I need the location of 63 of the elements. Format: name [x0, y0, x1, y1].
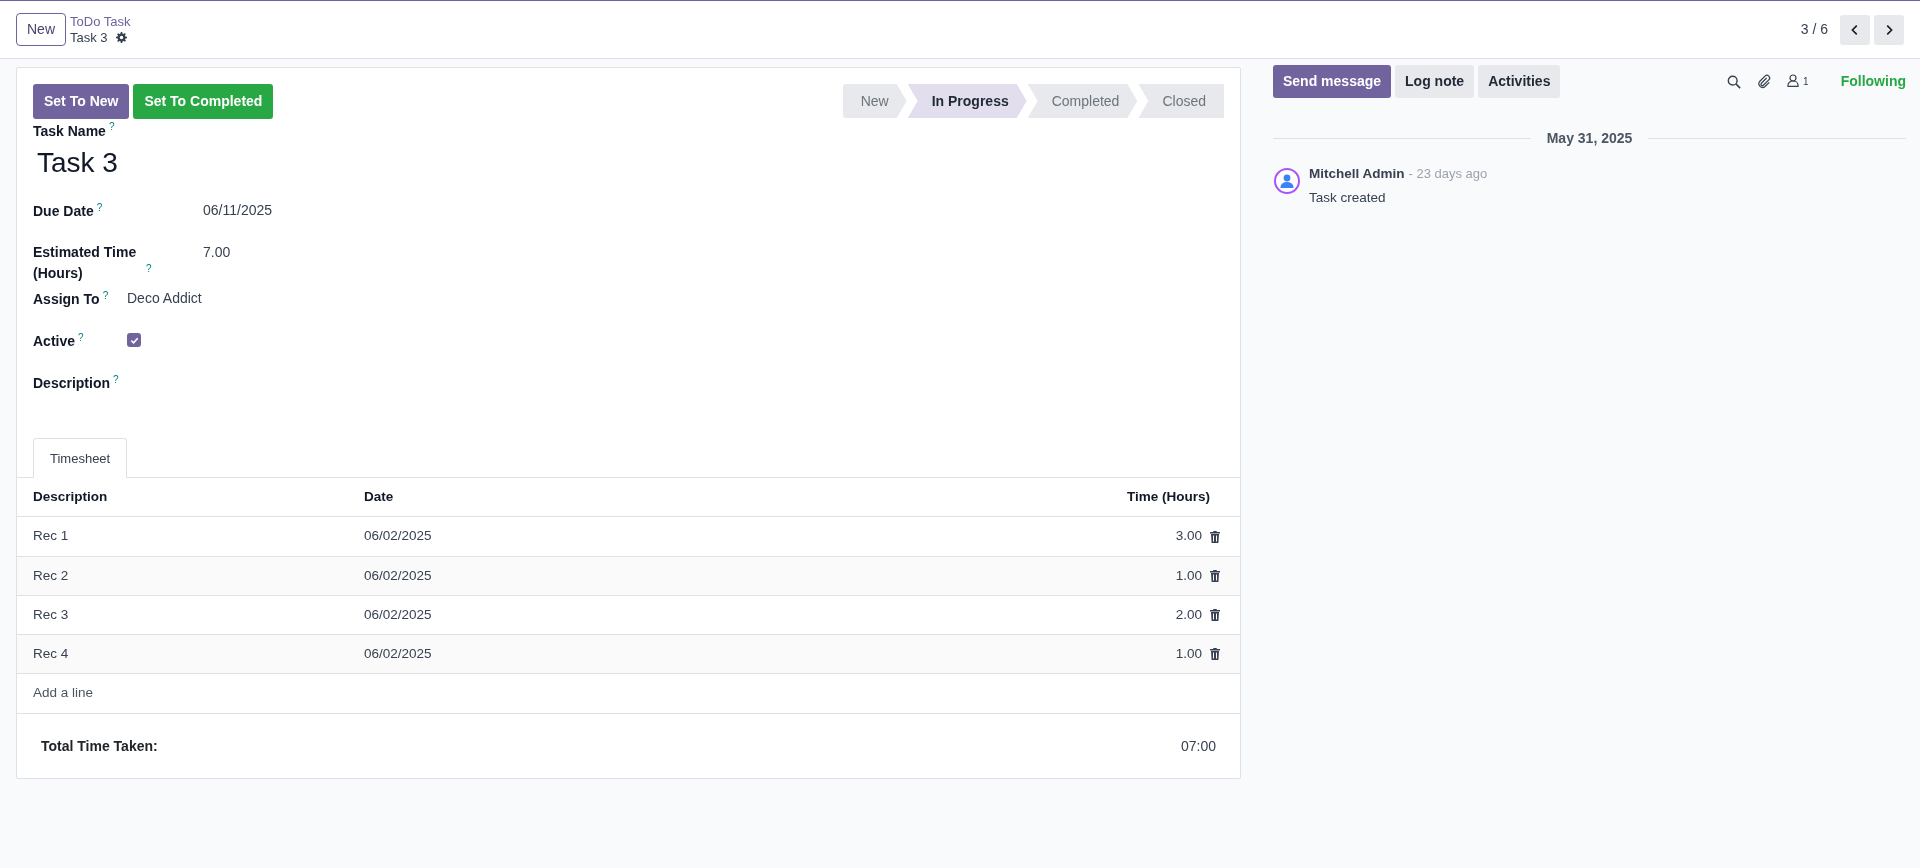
field-label: Estimated Time (Hours) — [33, 242, 138, 283]
status-stage[interactable]: In Progress — [907, 84, 1027, 118]
action-button[interactable]: Set To New — [33, 84, 130, 119]
trash-icon[interactable] — [1210, 530, 1220, 543]
status-stage[interactable]: New — [842, 84, 907, 118]
message-time: - 23 days ago — [1408, 166, 1488, 181]
date-separator: May 31, 2025 — [1546, 129, 1633, 148]
table-cell: 06/02/2025 — [364, 528, 432, 544]
status-stage[interactable]: Closed — [1138, 84, 1224, 118]
table-cell-text: 3.00 — [1175, 527, 1202, 546]
column-header[interactable]: Date — [348, 477, 737, 517]
field-value[interactable]: 06/11/2025 — [203, 201, 273, 218]
add-line-link[interactable]: Add a line — [33, 685, 94, 701]
field-label: Active — [33, 332, 76, 352]
column-header[interactable]: Time (Hours) — [736, 477, 1240, 517]
table-cell: 06/02/2025 — [364, 567, 432, 583]
field-label: Assign To — [33, 290, 100, 310]
table-cell-text: 1.00 — [1175, 566, 1202, 585]
trash-icon[interactable] — [1210, 648, 1220, 661]
notebook-tab[interactable]: Timesheet — [33, 437, 128, 479]
column-header[interactable]: Description — [17, 477, 348, 517]
message-text: Task created — [1309, 189, 1387, 208]
table-cell: 06/02/2025 — [364, 646, 432, 662]
pager-counter: 3 / 6 — [1800, 20, 1828, 39]
table-cell: Rec 2 — [33, 567, 69, 583]
paperclip-icon[interactable] — [1757, 74, 1772, 89]
field-label: Description — [33, 374, 110, 394]
field-label: Task Name — [33, 121, 106, 141]
breadcrumb-link[interactable]: ToDo Task — [70, 13, 131, 30]
total-label: Total Time Taken: — [41, 736, 158, 756]
message-author[interactable]: Mitchell Admin — [1309, 166, 1405, 181]
help-mark[interactable]: ? — [96, 201, 103, 213]
avatar-icon — [1273, 167, 1301, 195]
settings-icon[interactable] — [115, 31, 127, 43]
task-name-field[interactable]: Task 3 — [33, 141, 1224, 184]
table-cell: Rec 1 — [33, 528, 69, 544]
active-checkbox[interactable] — [127, 333, 141, 348]
chatter-button[interactable]: Activities — [1478, 65, 1561, 98]
new-button[interactable]: New — [16, 13, 66, 46]
field-label: Due Date — [33, 202, 94, 222]
help-mark[interactable]: ? — [102, 289, 109, 301]
chatter-button[interactable]: Log note — [1395, 65, 1475, 98]
table-cell-text: 2.00 — [1175, 605, 1202, 624]
trash-icon[interactable] — [1210, 609, 1220, 622]
table-cell: Rec 3 — [33, 606, 69, 622]
help-mark[interactable]: ? — [113, 373, 119, 385]
field-value[interactable]: 7.00 — [203, 243, 231, 260]
record-title: Task 3 — [70, 29, 108, 46]
person-icon — [1787, 74, 1800, 87]
chatter-button[interactable]: Send message — [1273, 65, 1392, 98]
table-cell: 06/02/2025 — [364, 606, 432, 622]
table-cell-text: 1.00 — [1175, 645, 1202, 664]
followers-button[interactable]: 1 — [1787, 74, 1809, 89]
search-icon[interactable] — [1727, 74, 1742, 89]
total-value: 07:00 — [1180, 736, 1216, 756]
check-icon — [129, 335, 139, 345]
field-value[interactable]: Deco Addict — [127, 289, 202, 306]
status-stage[interactable]: Completed — [1027, 84, 1138, 118]
help-mark[interactable]: ? — [78, 331, 84, 343]
help-mark[interactable]: ? — [146, 263, 152, 274]
table-cell: Rec 4 — [33, 646, 69, 662]
help-mark[interactable]: ? — [108, 121, 115, 132]
trash-icon[interactable] — [1210, 569, 1220, 582]
